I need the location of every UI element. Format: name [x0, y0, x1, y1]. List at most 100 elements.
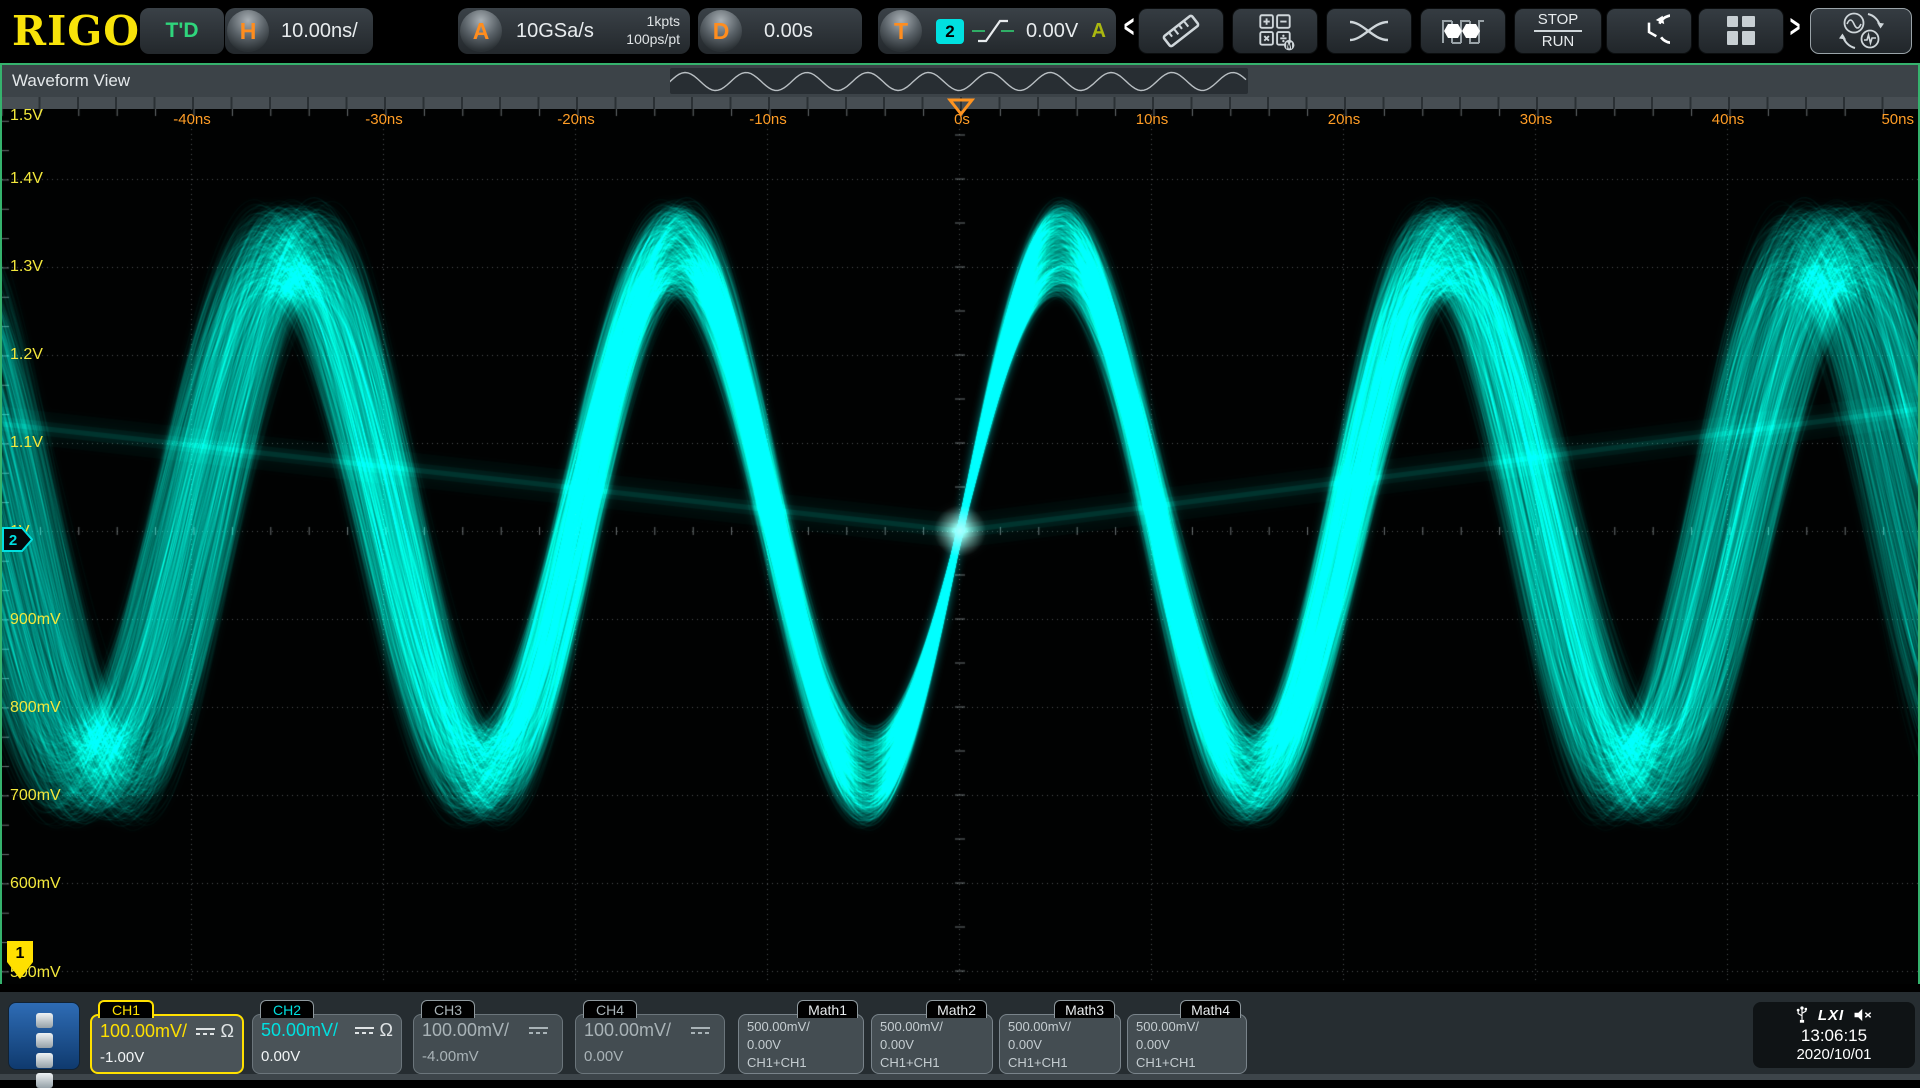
waveform-view-title: Waveform View [12, 71, 130, 91]
history-button[interactable] [1606, 8, 1692, 54]
trigger-source-channel: 2 [936, 19, 964, 44]
math-box-math3[interactable]: Math3 500.00mV/ 0.00V CH1+CH1 [999, 1000, 1121, 1074]
horizontal-scale-value: 10.00ns/ [281, 8, 358, 54]
voltage-label: 800mV [10, 699, 61, 717]
trigger-settings-button[interactable]: T 2 0.00V A [878, 8, 1116, 54]
auto-waveform-icon [1835, 9, 1887, 53]
math4-tab[interactable]: Math4 [1180, 1000, 1241, 1018]
bus-decode-button[interactable] [1420, 8, 1506, 54]
channel-box-ch2[interactable]: CH2 50.00mV/ Ω 0.00V [252, 1000, 402, 1074]
svg-text:M: M [1286, 40, 1293, 50]
ch4-offset: 0.00V [584, 1048, 716, 1065]
time-label: -40ns [173, 111, 211, 128]
ch4-body: 100.00mV/ 0.00V [575, 1014, 725, 1074]
math1-expression: CH1+CH1 [747, 1054, 855, 1072]
math-button[interactable]: M [1232, 8, 1318, 54]
channel-box-ch4[interactable]: CH4 100.00mV/ 0.00V [575, 1000, 725, 1074]
math-box-math1[interactable]: Math1 500.00mV/ 0.00V CH1+CH1 [738, 1000, 864, 1074]
voltage-label: 1.4V [10, 170, 43, 188]
time-label: -30ns [365, 111, 403, 128]
math2-tab[interactable]: Math2 [926, 1000, 987, 1018]
ch1-scale: 100.00mV/ [100, 1021, 187, 1042]
acquisition-settings-button[interactable]: A 10GSa/s 1kpts 100ps/pt [458, 8, 690, 54]
bus-decode-icon [1439, 10, 1487, 52]
pane-icon [36, 1053, 53, 1068]
toolbar-collapse-chevron[interactable]: < [1124, 10, 1135, 46]
stop-label: STOP [1534, 12, 1583, 33]
ch1-impedance: Ω [221, 1021, 234, 1042]
math-calculator-icon: M [1254, 10, 1296, 52]
speaker-muted-icon [1853, 1007, 1873, 1023]
ch1-offset: -1.00V [100, 1049, 234, 1066]
history-clock-icon [1628, 10, 1670, 52]
waveform-preview-strip[interactable] [670, 68, 1248, 94]
math2-offset: 0.00V [880, 1036, 984, 1054]
trigger-mode-auto: A [1092, 8, 1106, 54]
ch1-tab[interactable]: CH1 [98, 1000, 154, 1018]
delay-settings-button[interactable]: D 0.00s [698, 8, 862, 54]
system-date: 2020/10/01 [1753, 1046, 1915, 1063]
time-label: 20ns [1328, 111, 1361, 128]
math3-body: 500.00mV/ 0.00V CH1+CH1 [999, 1014, 1121, 1074]
ch3-offset: -4.00mV [422, 1048, 554, 1065]
time-label: 30ns [1520, 111, 1553, 128]
pane-icon [36, 1033, 53, 1048]
ch2-marker-label: 2 [9, 532, 17, 549]
math-box-math2[interactable]: Math2 500.00mV/ 0.00V CH1+CH1 [871, 1000, 993, 1074]
usb-icon [1795, 1005, 1809, 1025]
dc-coupling-icon [529, 1025, 548, 1037]
ruler-icon [1159, 10, 1203, 52]
math3-tab[interactable]: Math3 [1054, 1000, 1115, 1018]
dc-coupling-icon [196, 1026, 215, 1038]
trigger-badge: T [880, 10, 922, 52]
ch1-position-marker[interactable]: 1 [6, 940, 34, 980]
time-label: 50ns [1881, 111, 1914, 128]
math1-offset: 0.00V [747, 1036, 855, 1054]
ch4-scale: 100.00mV/ [584, 1020, 671, 1041]
system-time: 13:06:15 [1753, 1026, 1915, 1046]
preview-sine-icon [670, 68, 1248, 94]
math2-expression: CH1+CH1 [880, 1054, 984, 1072]
channel-box-ch1[interactable]: CH1 100.00mV/ Ω -1.00V [90, 1000, 244, 1074]
trigger-status-button[interactable]: T'D [140, 8, 224, 54]
trigger-level-value: 0.00V [1026, 8, 1078, 54]
stop-run-button[interactable]: STOP RUN [1514, 8, 1602, 54]
pane-icon [36, 1013, 53, 1028]
math1-body: 500.00mV/ 0.00V CH1+CH1 [738, 1014, 864, 1074]
xy-display-button[interactable] [1326, 8, 1412, 54]
waveform-display[interactable] [2, 109, 1918, 984]
math3-expression: CH1+CH1 [1008, 1054, 1112, 1072]
ch2-tab[interactable]: CH2 [260, 1000, 314, 1018]
mem-resolution: 100ps/pt [626, 31, 680, 49]
ch1-body: 100.00mV/ Ω -1.00V [90, 1014, 244, 1074]
trigger-position-marker[interactable] [947, 98, 975, 117]
windows-menu-button[interactable] [8, 1002, 80, 1070]
acquisition-badge: A [460, 10, 502, 52]
time-label: 10ns [1136, 111, 1169, 128]
ch4-tab[interactable]: CH4 [583, 1000, 637, 1018]
ch2-position-marker[interactable]: 2 [2, 527, 33, 552]
system-status-box[interactable]: LXI 13:06:15 2020/10/01 [1753, 1002, 1915, 1068]
channel-box-ch3[interactable]: CH3 100.00mV/ -4.00mV [413, 1000, 563, 1074]
math4-offset: 0.00V [1136, 1036, 1238, 1054]
toolbar-expand-chevron[interactable]: > [1790, 10, 1801, 46]
delay-badge: D [700, 10, 742, 52]
windows-grid-icon [1721, 11, 1761, 51]
math2-body: 500.00mV/ 0.00V CH1+CH1 [871, 1014, 993, 1074]
math1-tab[interactable]: Math1 [797, 1000, 858, 1018]
math4-body: 500.00mV/ 0.00V CH1+CH1 [1127, 1014, 1247, 1074]
auto-waveform-button[interactable] [1810, 8, 1912, 54]
math4-expression: CH1+CH1 [1136, 1054, 1238, 1072]
pane-icon [36, 1073, 53, 1088]
horizontal-settings-button[interactable]: H 10.00ns/ [225, 8, 373, 54]
trigger-slope-rising-icon [970, 17, 1016, 45]
time-label: -10ns [749, 111, 787, 128]
measure-button[interactable] [1138, 8, 1224, 54]
math-box-math4[interactable]: Math4 500.00mV/ 0.00V CH1+CH1 [1127, 1000, 1247, 1074]
ch3-tab[interactable]: CH3 [421, 1000, 475, 1018]
top-status-bar: RIGOL T'D H 10.00ns/ A 10GSa/s 1kpts 100… [0, 0, 1920, 63]
windows-button[interactable] [1698, 8, 1784, 54]
voltage-label: 600mV [10, 875, 61, 893]
horizontal-badge: H [227, 10, 269, 52]
math1-scale: 500.00mV/ [747, 1018, 855, 1036]
